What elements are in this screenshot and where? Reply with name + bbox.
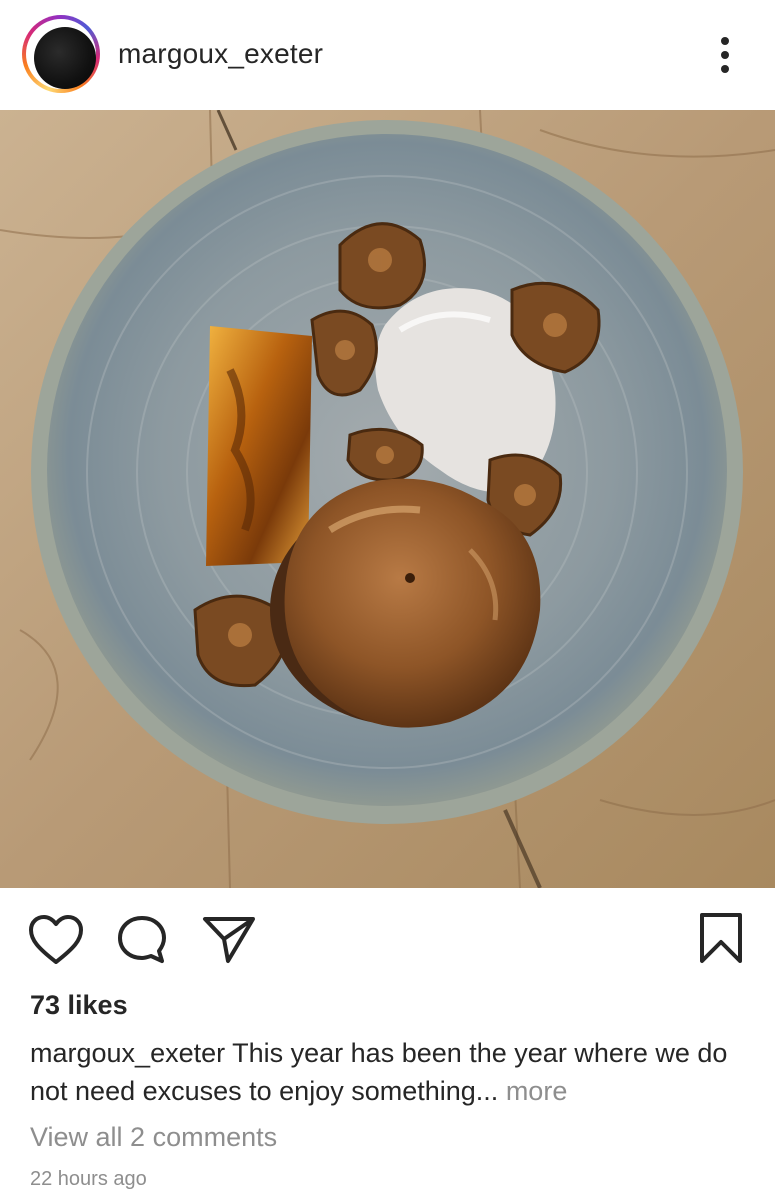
post-caption: margoux_exeter This year has been the ye…: [30, 1034, 750, 1110]
post-header: margoux_exeter: [0, 0, 775, 110]
caption-more-link[interactable]: more: [498, 1076, 568, 1106]
avatar-gap: [26, 19, 96, 89]
caption-ellipsis: ...: [475, 1076, 499, 1106]
post-actions: [0, 888, 775, 988]
vertical-ellipsis-icon[interactable]: [714, 36, 736, 74]
likes-count[interactable]: 73 likes: [30, 990, 128, 1021]
caption-username[interactable]: margoux_exeter: [30, 1038, 225, 1068]
bookmark-icon[interactable]: [698, 912, 744, 969]
view-all-comments-link[interactable]: View all 2 comments: [30, 1122, 277, 1153]
avatar-story-ring[interactable]: [22, 15, 100, 93]
heart-icon[interactable]: [28, 914, 84, 971]
post-timestamp: 22 hours ago: [30, 1168, 147, 1190]
post-photo[interactable]: [0, 110, 775, 888]
speech-bubble-icon[interactable]: [116, 914, 168, 971]
paper-plane-icon[interactable]: [202, 914, 256, 971]
avatar[interactable]: [34, 27, 96, 89]
post-username[interactable]: margoux_exeter: [118, 38, 323, 70]
dessert-photo-illustration: [0, 110, 775, 888]
